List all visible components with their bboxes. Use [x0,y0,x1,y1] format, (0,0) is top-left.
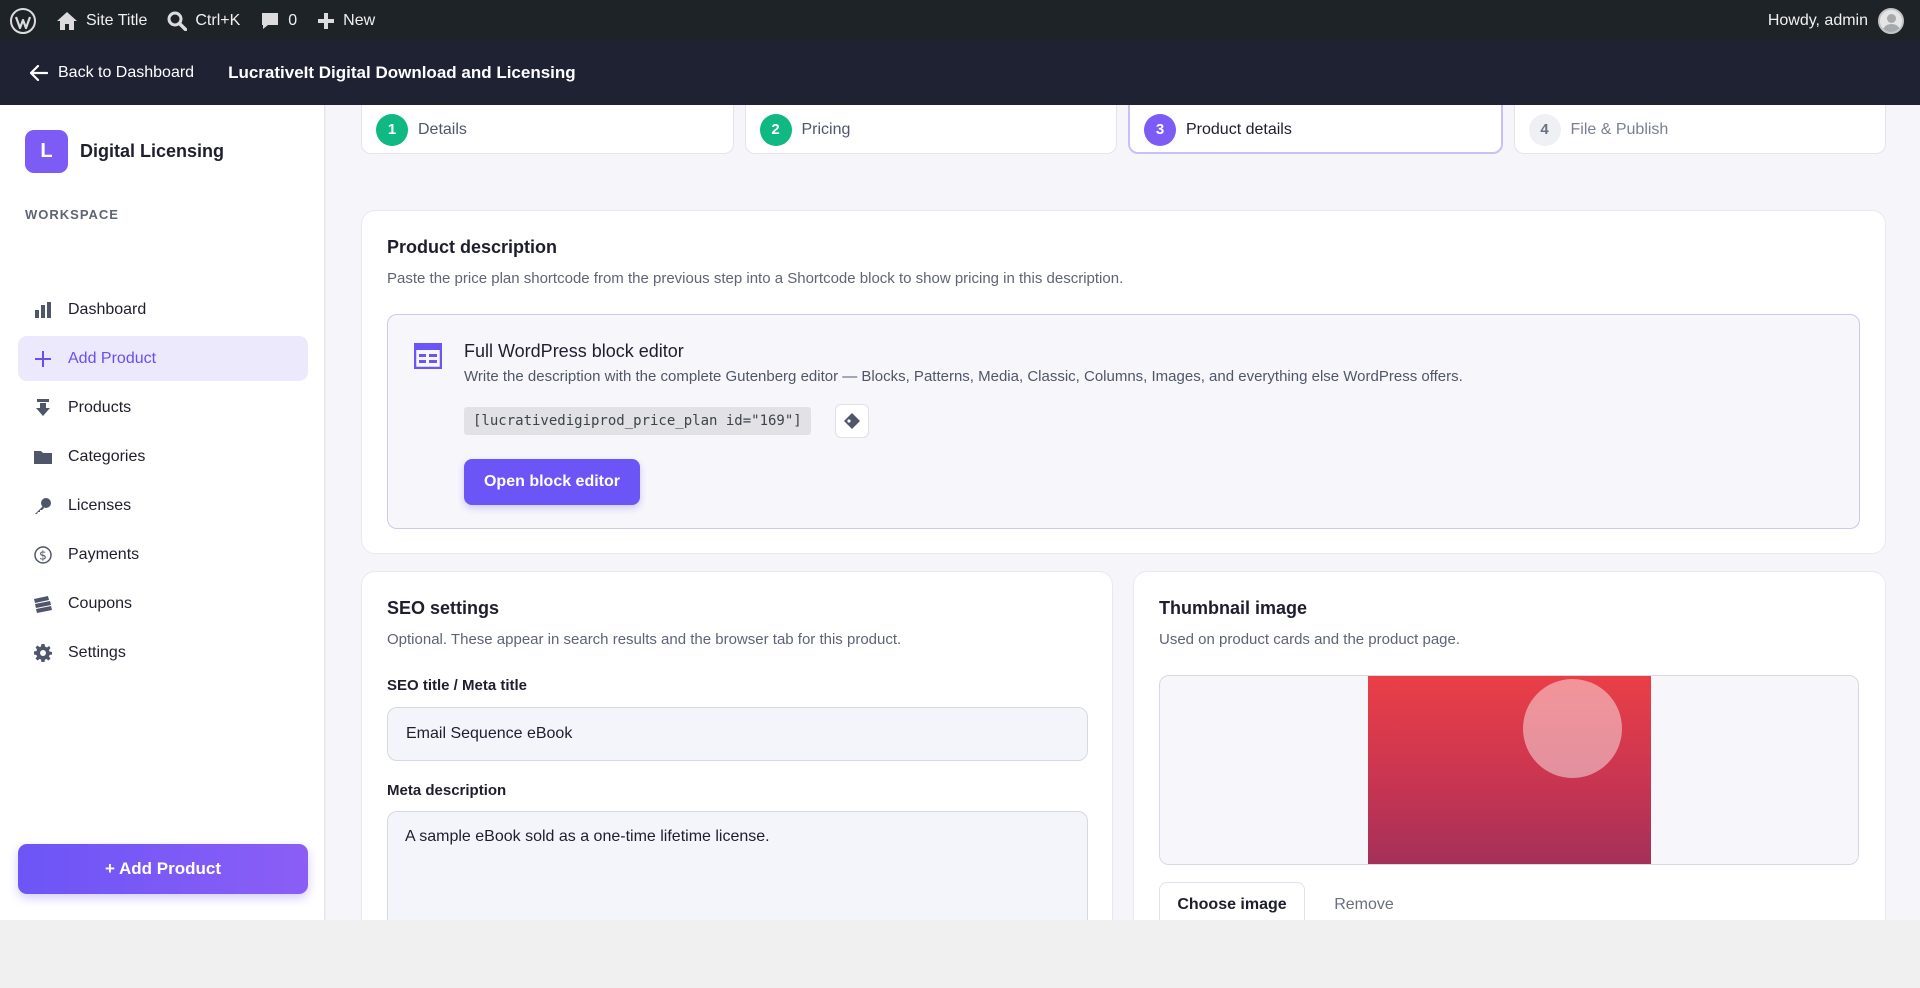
meta-title-label: SEO title / Meta title [387,677,528,694]
editor-subtitle: Write the description with the complete … [464,368,1463,385]
table-layout-icon [413,342,443,374]
account-menu[interactable]: Howdy, admin [1767,7,1920,34]
sidebar-item-label: Add Product [68,349,157,367]
meta-title-input[interactable] [387,707,1088,761]
brand-name: Digital Licensing [80,141,225,161]
seo-settings-card: SEO settings Optional. These appear in s… [361,571,1113,920]
comments-button[interactable]: 0 [250,0,307,41]
avatar [1878,7,1904,34]
plus-icon [32,348,54,370]
sidebar-item-label: Products [68,398,132,416]
search-icon [167,11,188,31]
meta-description-label: Meta description [387,782,507,799]
home-icon [57,11,77,30]
dollar-icon: $ [32,544,54,566]
arrow-left-icon [30,65,48,81]
sidebar-item-label: Coupons [68,594,133,612]
back-label: Back to Dashboard [58,64,195,81]
sidebar-item-products[interactable]: Products [18,385,308,430]
plus-icon [318,12,335,29]
search-shortcut: Ctrl+K [195,11,241,29]
sidebar-item-dashboard[interactable]: Dashboard [18,287,308,332]
step-product-details[interactable]: 3 Product details [1128,105,1503,154]
wordpress-icon [10,7,36,34]
step-label: Details [418,120,467,138]
sidebar-item-label: Settings [68,643,126,661]
step-file-publish[interactable]: 4 File & Publish [1513,105,1886,154]
new-content-button[interactable]: New [307,0,385,41]
card-subtitle: Optional. These appear in search results… [387,631,902,648]
sidebar-item-label: Categories [68,447,146,465]
card-title: Product description [387,237,558,257]
card-subtitle: Paste the price plan shortcode from the … [387,270,1124,287]
thumbnail-circle-shape [1523,679,1622,778]
step-label: Product details [1186,120,1292,138]
plugin-header: Back to Dashboard LucrativeIt Digital Do… [0,41,1920,105]
sidebar-item-add-product[interactable]: Add Product [18,336,308,381]
thumbnail-card: Thumbnail image Used on product cards an… [1133,571,1886,920]
bar-chart-icon [32,299,54,321]
thumbnail-preview [1159,675,1859,865]
step-label: File & Publish [1570,120,1669,138]
wordpress-logo-button[interactable] [0,0,46,41]
download-icon [32,397,54,419]
step-pricing[interactable]: 2 Pricing [744,105,1117,154]
site-title-link[interactable]: Site Title [46,0,157,41]
tickets-icon [32,593,54,615]
sidebar-item-licenses[interactable]: Licenses [18,483,308,528]
brand-logo: L [25,130,68,173]
new-label: New [343,11,376,29]
tag-icon [844,413,860,429]
sidebar-add-product-button[interactable]: + Add Product [18,844,308,894]
sidebar-item-label: Licenses [68,496,132,514]
folder-icon [32,446,54,468]
step-label: Pricing [801,120,851,138]
thumbnail-image [1368,676,1651,864]
main-content: 1 Details 2 Pricing 3 Product details 4 … [326,105,1920,920]
site-title: Site Title [86,11,148,29]
key-icon [32,495,54,517]
howdy-text: Howdy, admin [1767,11,1868,29]
shortcode-text: [lucrativedigiprod_price_plan id="169"] [464,407,811,435]
card-title: Thumbnail image [1159,598,1308,618]
card-subtitle: Used on product cards and the product pa… [1159,631,1461,648]
stepper: 1 Details 2 Pricing 3 Product details 4 … [361,105,1886,154]
copy-shortcode-button[interactable] [835,404,869,438]
choose-image-button[interactable]: Choose image [1159,882,1305,920]
step-number: 3 [1144,113,1176,146]
step-number: 1 [376,113,408,146]
brand: L Digital Licensing [25,130,224,173]
remove-image-button[interactable]: Remove [1314,882,1414,920]
meta-description-textarea[interactable]: A sample eBook sold as a one-time lifeti… [387,811,1088,920]
open-block-editor-button[interactable]: Open block editor [464,459,640,505]
sidebar-item-payments[interactable]: $ Payments [18,532,308,577]
plugin-title: LucrativeIt Digital Download and Licensi… [228,63,576,82]
sidebar: L Digital Licensing WORKSPACE Dashboard … [0,105,325,920]
sidebar-item-categories[interactable]: Categories [18,434,308,479]
sidebar-item-label: Payments [68,545,140,563]
wp-admin-bar: Site Title Ctrl+K 0 New Howdy, admin [0,0,1920,41]
gear-icon [32,642,54,664]
bottom-strip [0,920,1920,988]
comments-count: 0 [288,11,298,29]
block-editor-panel: Full WordPress block editor Write the de… [387,314,1860,529]
sidebar-item-settings[interactable]: Settings [18,630,308,675]
editor-title: Full WordPress block editor [464,341,684,361]
step-number: 2 [759,113,792,146]
product-description-card: Product description Paste the price plan… [361,210,1886,554]
card-title: SEO settings [387,598,500,618]
search-button[interactable]: Ctrl+K [157,0,250,41]
sidebar-item-coupons[interactable]: Coupons [18,581,308,626]
comment-icon [262,12,279,29]
sidebar-item-label: Dashboard [68,300,147,318]
back-to-dashboard-link[interactable]: Back to Dashboard [30,64,194,82]
sidebar-nav: Dashboard Add Product Products Categorie… [18,287,308,679]
workspace-label: WORKSPACE [25,207,119,222]
step-number: 4 [1528,113,1561,146]
svg-text:$: $ [39,548,47,562]
step-details[interactable]: 1 Details [361,105,734,154]
